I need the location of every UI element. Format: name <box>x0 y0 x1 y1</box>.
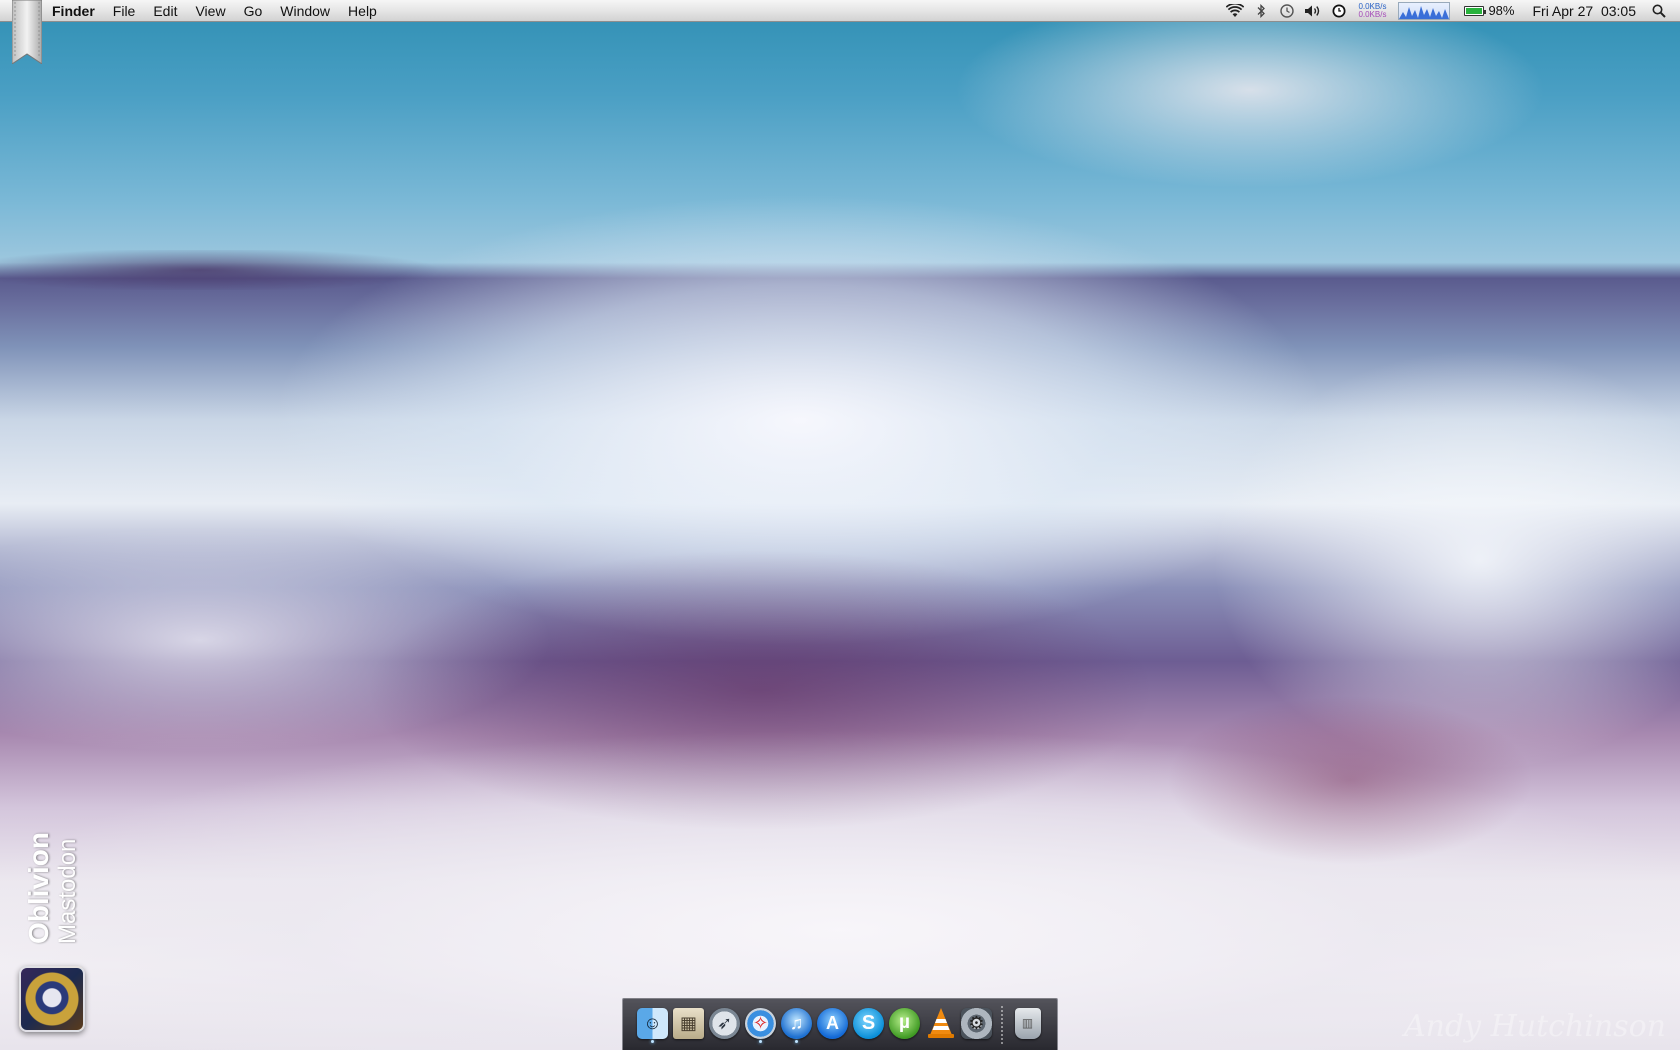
spotlight-search-icon[interactable] <box>1646 0 1672 22</box>
cpu-graph-icon[interactable] <box>1398 1 1451 20</box>
menu-bar: Finder File Edit View Go Window Help 0.0… <box>0 0 1680 22</box>
running-indicator <box>795 1039 798 1043</box>
finder-icon: ☺ <box>637 1007 668 1039</box>
volume-icon[interactable] <box>1300 0 1326 22</box>
menu-go[interactable]: Go <box>235 0 272 22</box>
battery-icon <box>1464 5 1487 16</box>
menu-window[interactable]: Window <box>271 0 339 22</box>
now-playing-text: Oblivion Mastodon <box>18 820 88 950</box>
running-indicator <box>759 1039 762 1043</box>
menu-clock[interactable]: Fri Apr 27 03:05 <box>1522 3 1646 19</box>
dock-item-safari[interactable]: ✧ <box>745 1005 776 1045</box>
wallpaper-signature: Andy Hutchinson <box>1403 1009 1666 1044</box>
dock-item-system-preferences[interactable]: ⚙ <box>961 1005 992 1045</box>
gear-icon: ⚙ <box>961 1007 992 1039</box>
menu-view[interactable]: View <box>186 0 234 22</box>
launchpad-rocket-icon: ➶ <box>709 1007 740 1039</box>
preview-icon: ▦ <box>673 1007 704 1039</box>
album-art[interactable] <box>19 966 85 1032</box>
dock-item-itunes[interactable]: ♫ <box>781 1005 812 1045</box>
dock-item-skype[interactable]: S <box>853 1005 884 1045</box>
menu-bar-left: Finder File Edit View Go Window Help <box>0 0 386 22</box>
battery-percent: 98% <box>1488 3 1515 18</box>
net-download-speed: 0.0KB/s <box>1358 9 1387 19</box>
menu-help[interactable]: Help <box>339 0 386 22</box>
skype-icon: S <box>853 1007 884 1039</box>
dock-item-launchpad[interactable]: ➶ <box>709 1005 740 1045</box>
bluetooth-icon[interactable] <box>1248 0 1274 22</box>
dock-item-trash[interactable]: ▥ <box>1012 1005 1043 1045</box>
app-store-icon: A <box>817 1007 848 1039</box>
dock-item-utorrent[interactable]: µ <box>889 1005 920 1045</box>
desktop-wallpaper <box>0 0 1680 1050</box>
now-playing-artist: Mastodon <box>54 838 81 944</box>
dock: ☺ ▦ ➶ ✧ ♫ A S µ ⚙ ▥ <box>622 998 1058 1050</box>
battery-status[interactable]: 98% <box>1456 3 1522 18</box>
menu-file[interactable]: File <box>104 0 145 22</box>
menu-bar-status-area: 0.0KB/s 0.0KB/s 98% Fri Apr 27 03:05 <box>1222 0 1680 22</box>
vlc-cone-icon <box>925 1008 956 1039</box>
wifi-icon[interactable] <box>1222 0 1248 22</box>
dock-item-app-store[interactable]: A <box>817 1005 848 1045</box>
now-playing-title: Oblivion <box>23 832 54 944</box>
bookmark-ribbon-icon <box>11 0 43 65</box>
dock-separator <box>1001 1005 1003 1044</box>
utorrent-icon: µ <box>889 1007 920 1039</box>
dock-item-preview[interactable]: ▦ <box>673 1005 704 1045</box>
wallpaper-horizon <box>0 250 440 290</box>
dock-item-vlc[interactable] <box>925 1005 956 1045</box>
dock-item-finder[interactable]: ☺ <box>637 1005 668 1045</box>
time-machine-icon[interactable] <box>1274 0 1300 22</box>
network-speed-meter[interactable]: 0.0KB/s 0.0KB/s <box>1352 0 1392 22</box>
now-playing-widget: Oblivion Mastodon <box>18 820 88 950</box>
running-indicator <box>651 1039 654 1043</box>
menu-app-name[interactable]: Finder <box>40 0 104 22</box>
clock-widget-icon[interactable] <box>1326 0 1352 22</box>
trash-icon: ▥ <box>1014 1007 1041 1039</box>
menu-edit[interactable]: Edit <box>144 0 186 22</box>
safari-compass-icon: ✧ <box>745 1007 776 1039</box>
itunes-note-icon: ♫ <box>781 1007 812 1039</box>
